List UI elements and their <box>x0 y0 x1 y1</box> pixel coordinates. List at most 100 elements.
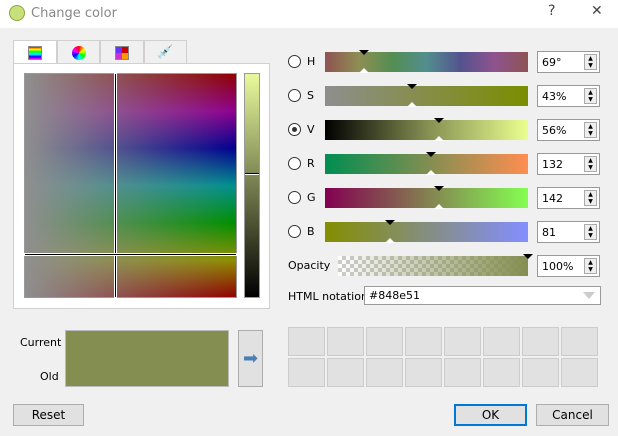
color-preview <box>65 330 229 387</box>
swatch-cell[interactable] <box>366 358 403 387</box>
swatch-cell[interactable] <box>483 358 520 387</box>
tab-color-ramp[interactable] <box>13 40 57 65</box>
spin-arrows-icon[interactable]: ▲ ▼ <box>584 54 597 70</box>
slider-marker[interactable] <box>433 118 444 123</box>
channel-value: 69° <box>542 56 562 69</box>
ok-button[interactable]: OK <box>454 404 527 426</box>
channel-value: 142 <box>542 192 563 205</box>
qgis-app-icon <box>9 5 25 21</box>
swatch-cell[interactable] <box>405 327 442 356</box>
channel-radio-s[interactable] <box>288 89 301 102</box>
swatch-cell[interactable] <box>288 358 325 387</box>
channel-spinbox-s[interactable]: 43% ▲ ▼ <box>537 85 600 107</box>
help-button[interactable]: ? <box>548 3 555 19</box>
swatch-cell[interactable] <box>561 327 598 356</box>
channel-spinbox-r[interactable]: 132 ▲ ▼ <box>537 153 600 175</box>
spin-arrows-icon[interactable]: ▲ ▼ <box>584 88 597 104</box>
slider-marker[interactable] <box>358 50 369 55</box>
spin-arrows-icon[interactable]: ▲ ▼ <box>584 224 597 240</box>
slider-marker[interactable] <box>384 220 395 225</box>
swatch-cell[interactable] <box>444 358 481 387</box>
channel-spinbox-h[interactable]: 69° ▲ ▼ <box>537 51 600 73</box>
old-label: Old <box>40 370 59 383</box>
current-label: Current <box>20 336 62 349</box>
channel-value: 43% <box>542 90 567 103</box>
value-ramp-marker[interactable] <box>245 173 259 175</box>
tab-sample-color[interactable]: 💉 <box>144 40 187 64</box>
cancel-button[interactable]: Cancel <box>536 404 609 426</box>
opacity-slider[interactable] <box>338 254 533 276</box>
slider-marker-bottom <box>425 170 436 175</box>
opacity-spinbox[interactable]: 100% ▲ ▼ <box>537 255 600 277</box>
swatch-cell[interactable] <box>405 358 442 387</box>
opacity-marker[interactable] <box>523 254 533 259</box>
swatch-cell[interactable] <box>327 358 364 387</box>
slider-marker-bottom <box>384 238 395 243</box>
channel-radio-b[interactable] <box>288 225 301 238</box>
spin-arrows-icon[interactable]: ▲ ▼ <box>584 258 597 274</box>
channel-label: B <box>307 225 315 238</box>
window-title: Change color <box>31 6 117 21</box>
channel-spinbox-b[interactable]: 81 ▲ ▼ <box>537 221 600 243</box>
spin-arrows-icon[interactable]: ▲ ▼ <box>584 190 597 206</box>
channel-value: 132 <box>542 158 563 171</box>
color-area[interactable] <box>24 73 237 298</box>
channel-label: R <box>307 157 315 170</box>
channel-spinbox-g[interactable]: 142 ▲ ▼ <box>537 187 600 209</box>
channel-slider-g[interactable] <box>325 186 528 209</box>
channel-slider-h[interactable] <box>325 50 528 73</box>
swatch-cell[interactable] <box>444 327 481 356</box>
channel-value: 81 <box>542 226 556 239</box>
html-notation-label: HTML notation <box>288 290 368 303</box>
channel-slider-s[interactable] <box>325 84 528 107</box>
slider-marker-bottom <box>407 102 418 107</box>
swatch-cell[interactable] <box>522 327 559 356</box>
channel-radio-h[interactable] <box>288 55 301 68</box>
swatch-cell[interactable] <box>327 327 364 356</box>
channel-slider-v[interactable] <box>325 118 528 141</box>
swatch-cell[interactable] <box>561 358 598 387</box>
channel-radio-r[interactable] <box>288 157 301 170</box>
channel-label: S <box>307 89 314 102</box>
chevron-down-icon[interactable] <box>583 292 595 299</box>
swatch-cell[interactable] <box>288 327 325 356</box>
channel-label: H <box>307 55 316 68</box>
spin-arrows-icon[interactable]: ▲ ▼ <box>584 156 597 172</box>
channel-value: 56% <box>542 124 567 137</box>
crosshair-vertical <box>115 74 116 297</box>
spin-arrows-icon[interactable]: ▲ ▼ <box>584 122 597 138</box>
slider-marker-bottom <box>433 204 444 209</box>
add-to-swatches-button[interactable]: ➡ <box>238 330 263 387</box>
opacity-label: Opacity <box>288 259 331 272</box>
slider-marker[interactable] <box>407 84 418 89</box>
channel-spinbox-v[interactable]: 56% ▲ ▼ <box>537 119 600 141</box>
color-ramp-icon <box>28 46 42 60</box>
crosshair-horizontal <box>25 254 236 255</box>
channel-slider-r[interactable] <box>325 152 528 175</box>
arrow-right-icon: ➡ <box>242 348 259 369</box>
swatch-grid-icon <box>115 45 129 60</box>
slider-marker-bottom <box>433 136 444 141</box>
html-notation-combobox[interactable]: #848e51 <box>364 286 601 305</box>
custom-swatch-grid <box>288 327 598 387</box>
value-ramp[interactable] <box>244 73 260 298</box>
close-button[interactable]: ✕ <box>591 3 603 19</box>
swatch-cell[interactable] <box>366 327 403 356</box>
swatch-cell[interactable] <box>522 358 559 387</box>
title-bar: Change color ? ✕ <box>0 0 618 28</box>
slider-marker[interactable] <box>433 186 444 191</box>
channel-label: V <box>307 123 315 136</box>
slider-marker[interactable] <box>425 152 436 157</box>
reset-button[interactable]: Reset <box>13 404 84 426</box>
channel-radio-v[interactable] <box>288 123 301 136</box>
color-wheel-icon <box>71 45 86 60</box>
eyedropper-icon: 💉 <box>157 45 174 60</box>
channel-slider-b[interactable] <box>325 220 528 243</box>
opacity-value: 100% <box>542 260 574 273</box>
channel-radio-g[interactable] <box>288 191 301 204</box>
swatch-cell[interactable] <box>483 327 520 356</box>
channel-label: G <box>307 191 316 204</box>
tab-swatches[interactable] <box>100 40 144 64</box>
html-notation-value: #848e51 <box>369 289 420 302</box>
tab-color-wheel[interactable] <box>57 40 100 64</box>
